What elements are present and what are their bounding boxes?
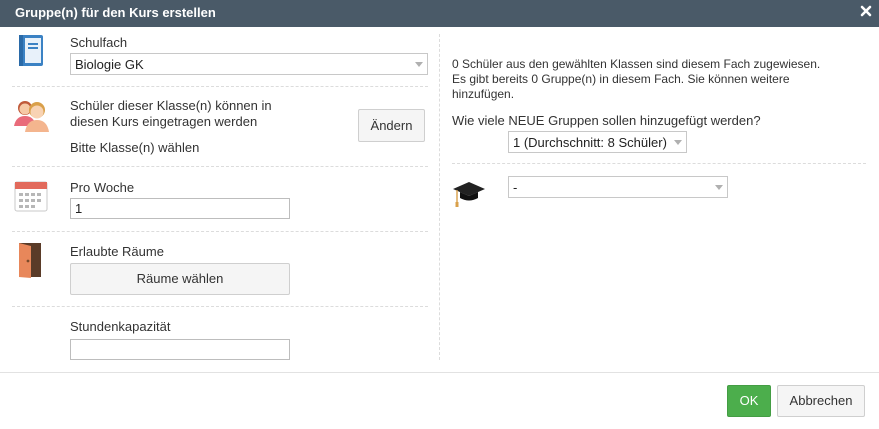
info-line: hinzufügen.: [452, 87, 515, 101]
ok-button[interactable]: OK: [727, 385, 771, 417]
chevron-down-icon: [415, 62, 423, 67]
capacity-label: Stundenkapazität: [70, 319, 171, 334]
column-divider: [439, 34, 440, 360]
capacity-input[interactable]: [70, 339, 290, 360]
students-status: Bitte Klasse(n) wählen: [70, 140, 200, 155]
per-week-label: Pro Woche: [70, 180, 135, 195]
subject-select-value: Biologie GK: [75, 57, 144, 72]
divider: [12, 86, 428, 87]
teacher-select-value: -: [513, 180, 518, 195]
group-count-select[interactable]: 1 (Durchschnitt: 8 Schüler): [508, 131, 687, 153]
chevron-down-icon: [715, 185, 723, 190]
footer-divider: [0, 372, 879, 373]
students-icon: [12, 96, 50, 137]
info-line: Es gibt bereits 0 Gruppe(n) in diesem Fa…: [452, 72, 790, 86]
rooms-label: Erlaubte Räume: [70, 244, 164, 259]
divider: [12, 166, 428, 167]
door-icon: [16, 241, 46, 282]
students-label-line1: Schüler dieser Klasse(n) können in: [70, 98, 272, 113]
teacher-select[interactable]: -: [508, 176, 728, 198]
subject-select[interactable]: Biologie GK: [70, 53, 428, 75]
divider: [12, 306, 428, 307]
cancel-button[interactable]: Abbrechen: [777, 385, 865, 417]
dialog-titlebar: Gruppe(n) für den Kurs erstellen: [0, 0, 879, 27]
per-week-input[interactable]: [70, 198, 290, 219]
assignment-info: 0 Schüler aus den gewählten Klassen sind…: [452, 57, 872, 102]
change-classes-button[interactable]: Ändern: [358, 109, 425, 142]
group-count-question: Wie viele NEUE Gruppen sollen hinzugefüg…: [452, 113, 761, 128]
info-line: 0 Schüler aus den gewählten Klassen sind…: [452, 57, 821, 71]
book-icon: [16, 34, 46, 71]
close-icon[interactable]: [859, 4, 873, 18]
group-count-value: 1 (Durchschnitt: 8 Schüler): [513, 135, 667, 150]
graduation-cap-icon: [452, 181, 486, 214]
chevron-down-icon: [674, 140, 682, 145]
divider: [452, 163, 866, 164]
select-rooms-button[interactable]: Räume wählen: [70, 263, 290, 295]
students-label-line2: diesen Kurs eingetragen werden: [70, 114, 258, 129]
divider: [12, 231, 428, 232]
calendar-icon: [14, 180, 48, 215]
subject-label: Schulfach: [70, 35, 128, 50]
dialog-title: Gruppe(n) für den Kurs erstellen: [15, 5, 216, 20]
